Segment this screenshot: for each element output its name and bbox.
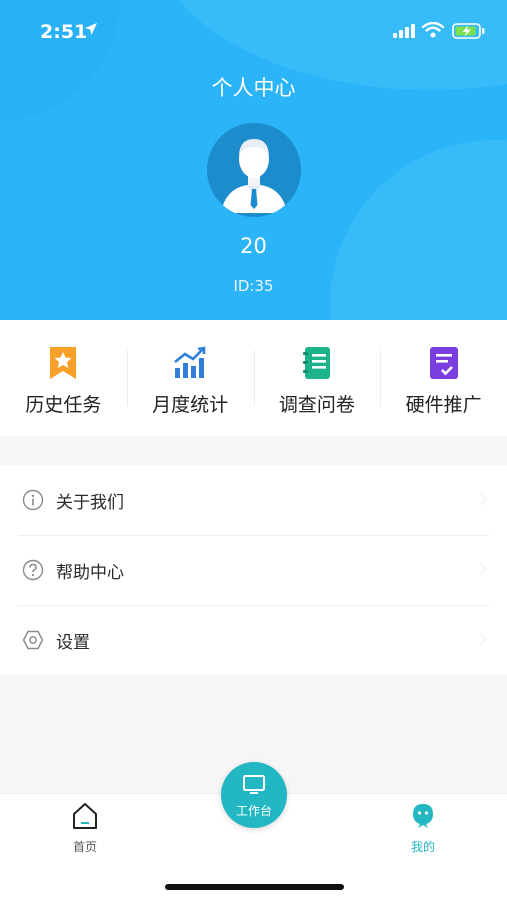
bar-chart-icon bbox=[174, 346, 206, 378]
wifi-icon bbox=[422, 22, 444, 38]
menu-item-settings[interactable]: 设置 bbox=[0, 605, 507, 675]
menu-list: 关于我们 帮助中心 设置 bbox=[0, 465, 507, 675]
quick-action-history-tasks[interactable]: 历史任务 bbox=[0, 320, 127, 436]
signal-icon bbox=[393, 24, 415, 38]
location-arrow-icon bbox=[85, 23, 97, 35]
chevron-right-icon bbox=[479, 562, 487, 576]
menu-item-label: 设置 bbox=[56, 632, 90, 653]
status-bar: 2:51 bbox=[0, 0, 507, 62]
user-id: ID:35 bbox=[233, 277, 274, 295]
avatar[interactable] bbox=[207, 123, 301, 217]
profile-robot-icon bbox=[413, 804, 433, 828]
quick-action-monthly-stats[interactable]: 月度统计 bbox=[126, 320, 254, 436]
tab-home-label: 首页 bbox=[72, 840, 97, 854]
profile-screen: 2:51 个人中心 20 ID:35 历史任务 月度统计 调查问卷 硬件推广 关… bbox=[0, 0, 507, 900]
settings-icon bbox=[22, 630, 44, 650]
chevron-right-icon bbox=[479, 492, 487, 506]
quick-action-label: 调查问卷 bbox=[278, 394, 355, 416]
workbench-label: 工作台 bbox=[235, 804, 272, 818]
quick-action-label: 历史任务 bbox=[25, 394, 102, 416]
info-icon bbox=[22, 489, 44, 511]
notebook-icon bbox=[302, 347, 330, 379]
tab-home[interactable]: 首页 bbox=[40, 802, 130, 855]
quick-action-hardware-promotion[interactable]: 硬件推广 bbox=[380, 320, 507, 436]
tab-me[interactable]: 我的 bbox=[378, 802, 468, 855]
home-icon bbox=[73, 803, 97, 829]
quick-action-survey[interactable]: 调查问卷 bbox=[253, 320, 381, 436]
menu-item-label: 关于我们 bbox=[56, 492, 124, 513]
monitor-icon bbox=[243, 775, 265, 794]
quick-action-label: 硬件推广 bbox=[405, 394, 482, 416]
help-icon bbox=[22, 559, 44, 581]
page-title: 个人中心 bbox=[211, 76, 296, 100]
home-indicator bbox=[165, 884, 344, 890]
battery-charging-icon bbox=[452, 23, 485, 39]
tab-me-label: 我的 bbox=[410, 840, 435, 854]
menu-item-label: 帮助中心 bbox=[56, 562, 124, 583]
menu-item-help-center[interactable]: 帮助中心 bbox=[0, 535, 507, 605]
menu-item-about-us[interactable]: 关于我们 bbox=[0, 465, 507, 535]
chevron-right-icon bbox=[479, 632, 487, 646]
status-time: 2:51 bbox=[40, 21, 88, 43]
bookmark-star-icon bbox=[50, 347, 77, 379]
quick-actions: 历史任务 月度统计 调查问卷 硬件推广 bbox=[0, 320, 507, 436]
user-name: 20 bbox=[240, 234, 267, 258]
profile-header: 2:51 个人中心 20 ID:35 bbox=[0, 0, 507, 320]
checklist-icon bbox=[429, 347, 458, 379]
quick-action-label: 月度统计 bbox=[152, 394, 229, 416]
workbench-button[interactable]: 工作台 bbox=[221, 762, 287, 828]
user-avatar-icon bbox=[207, 123, 301, 217]
